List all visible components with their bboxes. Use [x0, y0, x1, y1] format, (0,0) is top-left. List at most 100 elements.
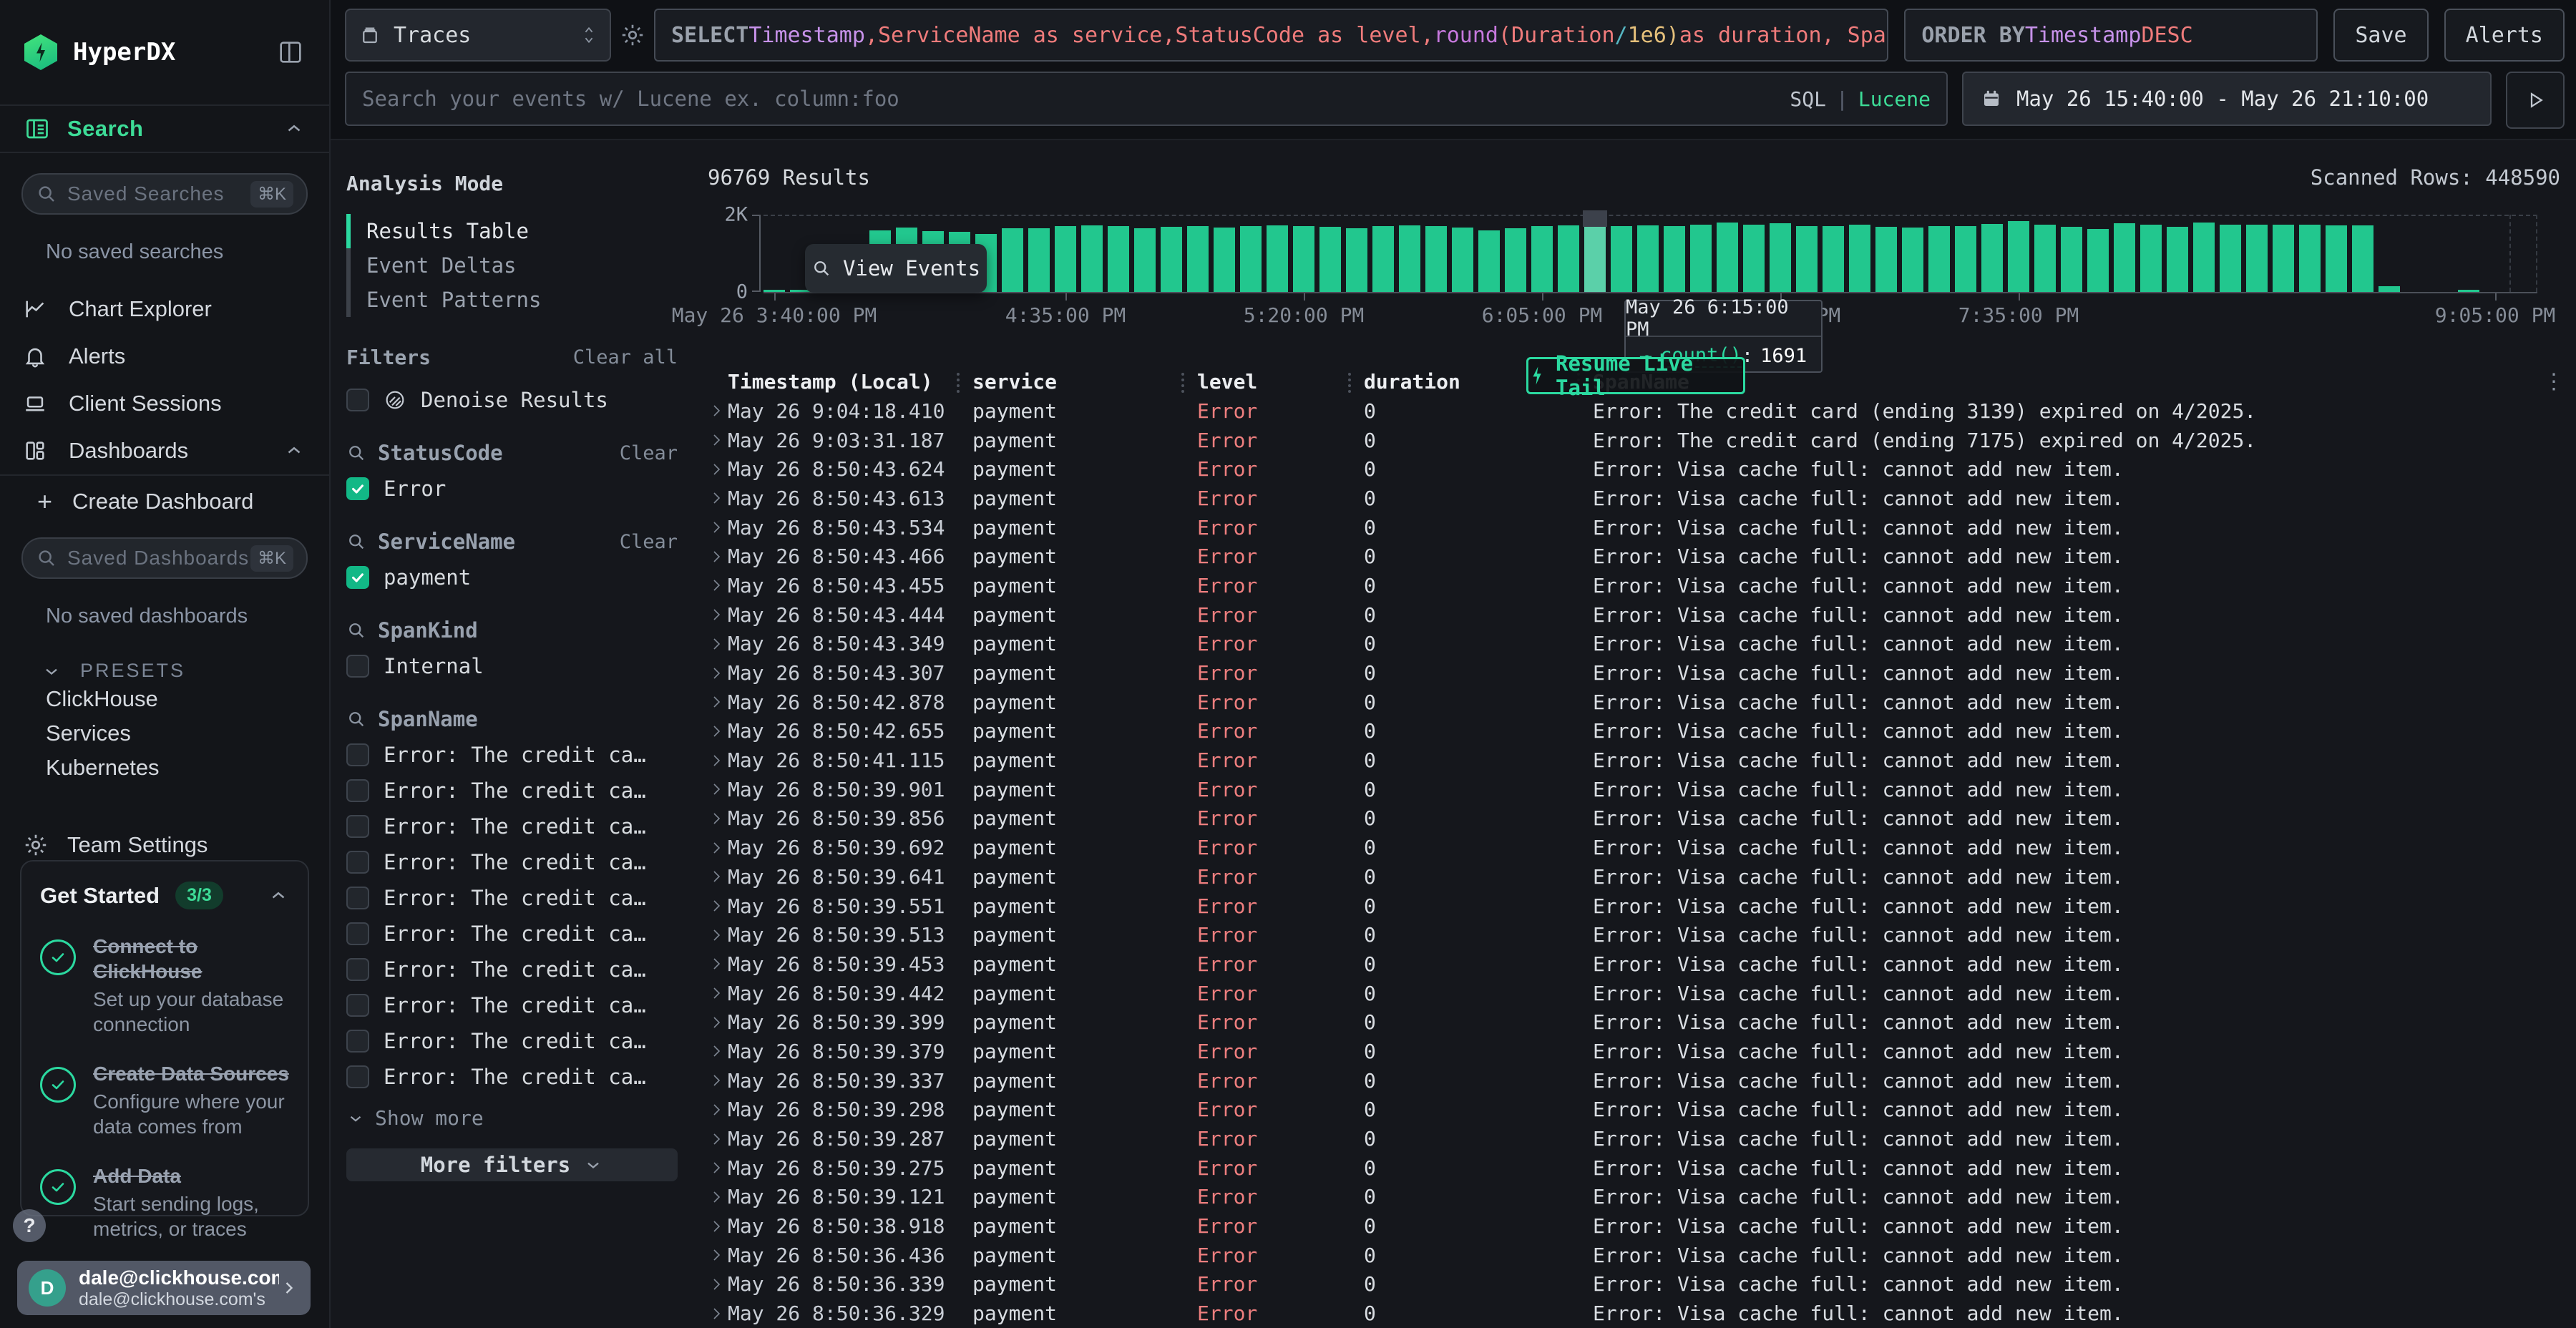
row-expand-icon[interactable] — [708, 665, 728, 682]
histogram-bar[interactable] — [2114, 223, 2135, 292]
source-settings-button[interactable] — [611, 9, 654, 62]
sidebar-item-dashboards[interactable]: Dashboards — [0, 427, 329, 474]
more-filters-button[interactable]: More filters — [346, 1148, 678, 1181]
checkbox-unchecked[interactable] — [346, 655, 369, 678]
histogram-bar[interactable] — [1690, 225, 1712, 293]
row-expand-icon[interactable] — [708, 1072, 728, 1089]
table-row[interactable]: May 26 8:50:39.856 PMpaymentError0Error:… — [708, 804, 2560, 834]
table-row[interactable]: May 26 8:50:39.513 PMpaymentError0Error:… — [708, 920, 2560, 949]
row-expand-icon[interactable] — [708, 606, 728, 623]
histogram-bar[interactable] — [1425, 226, 1447, 292]
facet-option[interactable]: Error — [346, 477, 678, 501]
table-row[interactable]: May 26 8:50:43.444 PMpaymentError0Error:… — [708, 600, 2560, 630]
sidebar-item-search[interactable]: Search — [0, 106, 329, 153]
alerts-button[interactable]: Alerts — [2444, 9, 2565, 62]
histogram-bar[interactable] — [1267, 225, 1288, 292]
row-expand-icon[interactable] — [708, 752, 728, 769]
save-button[interactable]: Save — [2333, 9, 2428, 62]
table-row[interactable]: May 26 8:50:43.466 PMpaymentError0Error:… — [708, 542, 2560, 571]
table-row[interactable]: May 26 8:50:36.436 PMpaymentError0Error:… — [708, 1241, 2560, 1270]
table-row[interactable]: May 26 8:50:43.534 PMpaymentError0Error:… — [708, 513, 2560, 542]
preset-item-clickhouse[interactable]: ClickHouse — [0, 682, 329, 716]
row-expand-icon[interactable] — [708, 1043, 728, 1060]
histogram-bar[interactable] — [1452, 228, 1473, 292]
saved-dashboards-input[interactable]: Saved Dashboards ⌘K — [21, 537, 308, 579]
clear-all-link[interactable]: Clear all — [573, 346, 678, 368]
chevron-up-icon[interactable] — [268, 885, 289, 907]
row-expand-icon[interactable] — [708, 723, 728, 740]
histogram-bar[interactable] — [763, 290, 785, 292]
facet-option[interactable]: Error: The credit card … — [346, 1065, 678, 1089]
checkbox-unchecked[interactable] — [346, 1065, 369, 1088]
histogram-bar[interactable] — [2087, 229, 2109, 292]
histogram-bar[interactable] — [1319, 227, 1341, 292]
histogram-bar[interactable] — [1108, 226, 1129, 292]
table-row[interactable]: May 26 9:03:31.187 PMpaymentError0Error:… — [708, 426, 2560, 455]
sidebar-item-alerts[interactable]: Alerts — [0, 333, 329, 380]
column-header-timestamp-local-[interactable]: Timestamp (Local) — [728, 370, 957, 394]
chevron-up-icon[interactable] — [283, 118, 305, 140]
checkbox-unchecked[interactable] — [346, 922, 369, 945]
histogram-bar[interactable] — [1055, 226, 1076, 292]
facet-option[interactable]: Internal — [346, 654, 678, 678]
histogram-bar[interactable] — [2273, 225, 2294, 293]
checkbox-unchecked[interactable] — [346, 815, 369, 838]
row-expand-icon[interactable] — [708, 1218, 728, 1235]
histogram-bar[interactable] — [1849, 225, 1870, 292]
table-row[interactable]: May 26 8:50:43.307 PMpaymentError0Error:… — [708, 658, 2560, 688]
table-row[interactable]: May 26 8:50:43.349 PMpaymentError0Error:… — [708, 630, 2560, 659]
row-expand-icon[interactable] — [708, 461, 728, 478]
row-expand-icon[interactable] — [708, 431, 728, 449]
resume-live-tail-button[interactable]: Resume Live Tail — [1526, 357, 1745, 394]
histogram-bar[interactable] — [1478, 230, 1500, 292]
table-row[interactable]: May 26 8:50:42.655 PMpaymentError0Error:… — [708, 717, 2560, 746]
row-expand-icon[interactable] — [708, 781, 728, 798]
facet-option[interactable]: Error: The credit card … — [346, 1029, 678, 1053]
table-row[interactable]: May 26 8:50:39.551 PMpaymentError0Error:… — [708, 892, 2560, 921]
histogram-bar[interactable] — [1399, 225, 1420, 292]
histogram-bar[interactable] — [2061, 227, 2082, 292]
table-row[interactable]: May 26 8:50:36.329 PMpaymentError0Error:… — [708, 1299, 2560, 1328]
analysis-mode-event-patterns[interactable]: Event Patterns — [346, 283, 678, 317]
row-expand-icon[interactable] — [708, 1276, 728, 1293]
checkbox-checked[interactable] — [346, 566, 369, 589]
checkbox-unchecked[interactable] — [346, 779, 369, 802]
event-search-input[interactable]: Search your events w/ Lucene ex. column:… — [345, 72, 1948, 126]
histogram-bar[interactable] — [1240, 226, 1262, 292]
table-row[interactable]: May 26 8:50:39.121 PMpaymentError0Error:… — [708, 1183, 2560, 1212]
table-row[interactable]: May 26 8:50:43.455 PMpaymentError0Error:… — [708, 571, 2560, 600]
row-expand-icon[interactable] — [708, 985, 728, 1002]
facet-option[interactable]: Error: The credit card … — [346, 993, 678, 1017]
facet-option[interactable]: Error: The credit card … — [346, 743, 678, 767]
row-expand-icon[interactable] — [708, 868, 728, 885]
histogram-bar[interactable] — [2220, 225, 2241, 293]
row-expand-icon[interactable] — [708, 810, 728, 827]
facet-option[interactable]: Error: The credit card … — [346, 814, 678, 839]
table-row[interactable]: May 26 8:50:36.339 PMpaymentError0Error:… — [708, 1270, 2560, 1299]
row-expand-icon[interactable] — [708, 897, 728, 914]
facet-clear-link[interactable]: Clear — [620, 442, 678, 464]
row-expand-icon[interactable] — [708, 402, 728, 419]
orderby-editor[interactable]: ORDER BY Timestamp DESC — [1904, 9, 2318, 62]
table-row[interactable]: May 26 8:50:39.442 PMpaymentError0Error:… — [708, 979, 2560, 1008]
sidebar-item-client-sessions[interactable]: Client Sessions — [0, 380, 329, 427]
histogram-bar[interactable] — [1134, 228, 1156, 292]
histogram-bar[interactable] — [2140, 225, 2162, 293]
histogram-bar[interactable] — [1637, 225, 1659, 292]
histogram-bar[interactable] — [1875, 227, 1897, 292]
analysis-mode-event-deltas[interactable]: Event Deltas — [346, 248, 678, 283]
histogram-bar[interactable] — [1928, 226, 1950, 292]
histogram-bar[interactable] — [1823, 226, 1844, 292]
histogram-bar[interactable] — [2352, 225, 2373, 292]
table-row[interactable]: May 26 8:50:42.878 PMpaymentError0Error:… — [708, 688, 2560, 717]
histogram-bar[interactable] — [2458, 290, 2479, 292]
checkbox-checked[interactable] — [346, 477, 369, 500]
table-row[interactable]: May 26 8:50:39.298 PMpaymentError0Error:… — [708, 1095, 2560, 1125]
checkbox-unchecked[interactable] — [346, 389, 369, 411]
saved-searches-input[interactable]: Saved Searches ⌘K — [21, 173, 308, 215]
table-row[interactable]: May 26 8:50:39.337 PMpaymentError0Error:… — [708, 1066, 2560, 1095]
table-row[interactable]: May 26 8:50:39.379 PMpaymentError0Error:… — [708, 1037, 2560, 1066]
histogram-bar[interactable] — [1717, 223, 1738, 292]
table-row[interactable]: May 26 8:50:39.287 PMpaymentError0Error:… — [708, 1124, 2560, 1153]
histogram-bar[interactable] — [2008, 221, 2029, 292]
